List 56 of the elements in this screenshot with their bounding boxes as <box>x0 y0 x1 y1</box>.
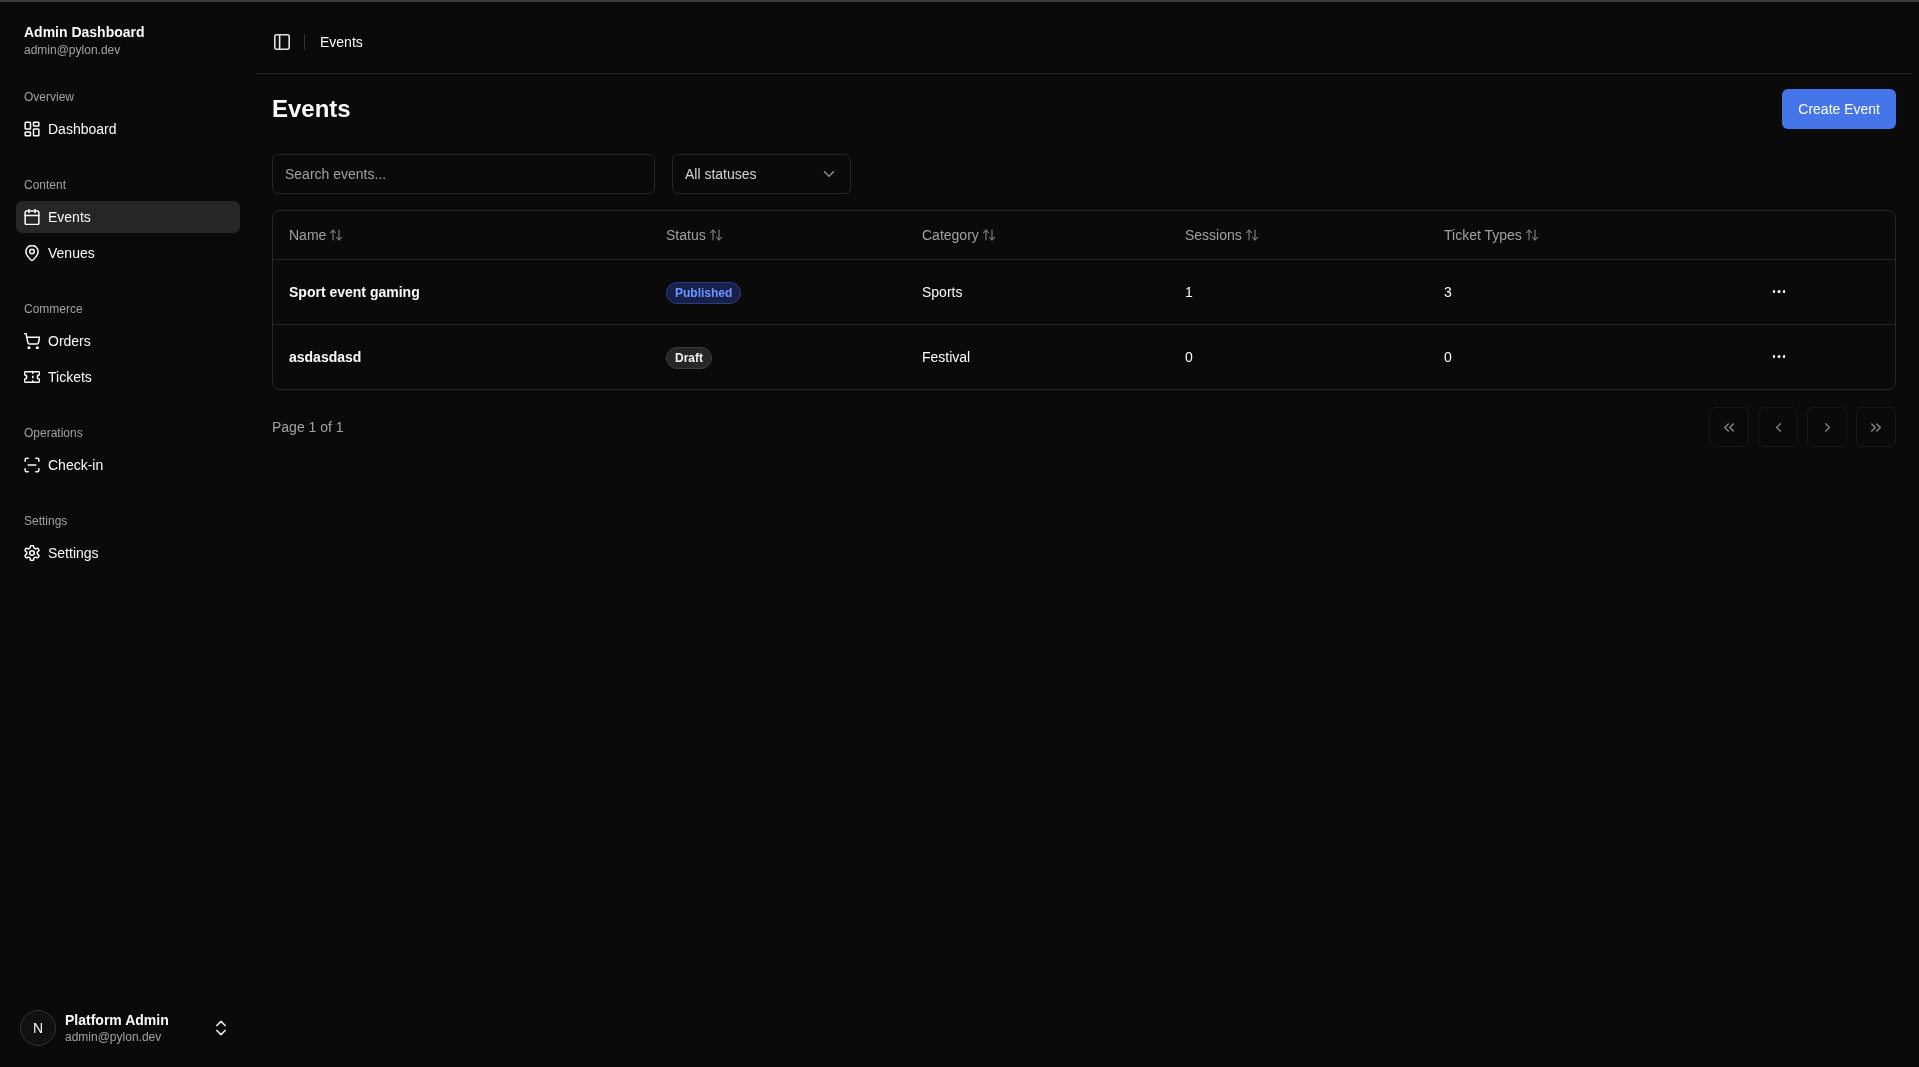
app-subtitle: admin@pylon.dev <box>24 42 122 58</box>
dashboard-grid-icon <box>24 121 40 137</box>
nav-item[interactable]: Venues <box>16 237 240 269</box>
user-name: Platform Admin <box>65 1011 170 1029</box>
status-select[interactable]: All statuses <box>672 154 851 194</box>
nav-item[interactable]: Events <box>16 201 240 233</box>
nav-item[interactable]: Settings <box>16 537 240 569</box>
user-email: admin@pylon.dev <box>65 1028 163 1045</box>
settings-icon <box>24 545 40 561</box>
nav-item[interactable]: Check-in <box>16 449 240 481</box>
create-event-button[interactable]: Create Event <box>1782 89 1896 129</box>
chevrons-up-down-icon <box>216 1020 226 1036</box>
table-cell: 0 <box>1428 324 1728 389</box>
group-label: Operations <box>23 425 84 442</box>
column-header[interactable]: Name <box>289 224 343 245</box>
chevron-right-icon <box>1824 422 1830 432</box>
column-header[interactable]: Category <box>922 224 995 245</box>
chevrons-right-icon <box>1871 422 1881 432</box>
group-label: Settings <box>23 513 69 530</box>
nav-item[interactable]: Dashboard <box>16 113 240 145</box>
map-pin-icon <box>24 245 40 261</box>
ellipsis-icon <box>1773 355 1785 359</box>
page-indicator: Page 1 of 1 <box>272 418 344 437</box>
app-title: Admin Dashboard <box>24 23 146 42</box>
scan-icon <box>24 457 40 473</box>
column-header[interactable]: Sessions <box>1185 224 1258 245</box>
sidebar-toggle-button[interactable] <box>274 33 290 50</box>
table-cell: 3 <box>1428 259 1728 324</box>
chevron-left-icon <box>1775 422 1781 432</box>
breadcrumb-page: Events <box>320 32 363 52</box>
avatar: N <box>20 1010 56 1046</box>
calendar-icon <box>24 209 40 225</box>
cart-icon <box>24 333 40 349</box>
chevrons-left-icon <box>1724 422 1734 432</box>
table-cell: 1 <box>1169 259 1428 324</box>
table-cell: asdasdasd <box>273 324 650 389</box>
group-label: Overview <box>23 89 75 106</box>
panel-left-icon <box>274 33 290 50</box>
search-field[interactable]: Search events... <box>272 154 655 194</box>
table-cell: Festival <box>906 324 1169 389</box>
status-badge: Published <box>666 281 742 304</box>
column-header[interactable]: Status <box>666 224 722 245</box>
table-cell: 0 <box>1169 324 1428 389</box>
group-label: Content <box>23 177 68 194</box>
ticket-icon <box>24 369 40 385</box>
ellipsis-icon <box>1773 290 1785 293</box>
user-menu-button[interactable] <box>213 1020 229 1036</box>
table-cell: Sport event gaming <box>273 259 650 324</box>
page-title: Events <box>272 94 351 124</box>
group-label: Commerce <box>23 301 84 318</box>
table-cell: Sports <box>906 259 1169 324</box>
nav-item[interactable]: Orders <box>16 325 240 357</box>
status-badge: Draft <box>666 346 712 369</box>
column-header[interactable]: Ticket Types <box>1444 224 1538 245</box>
nav-item[interactable]: Tickets <box>16 361 240 393</box>
chevron-down-icon <box>823 171 835 177</box>
